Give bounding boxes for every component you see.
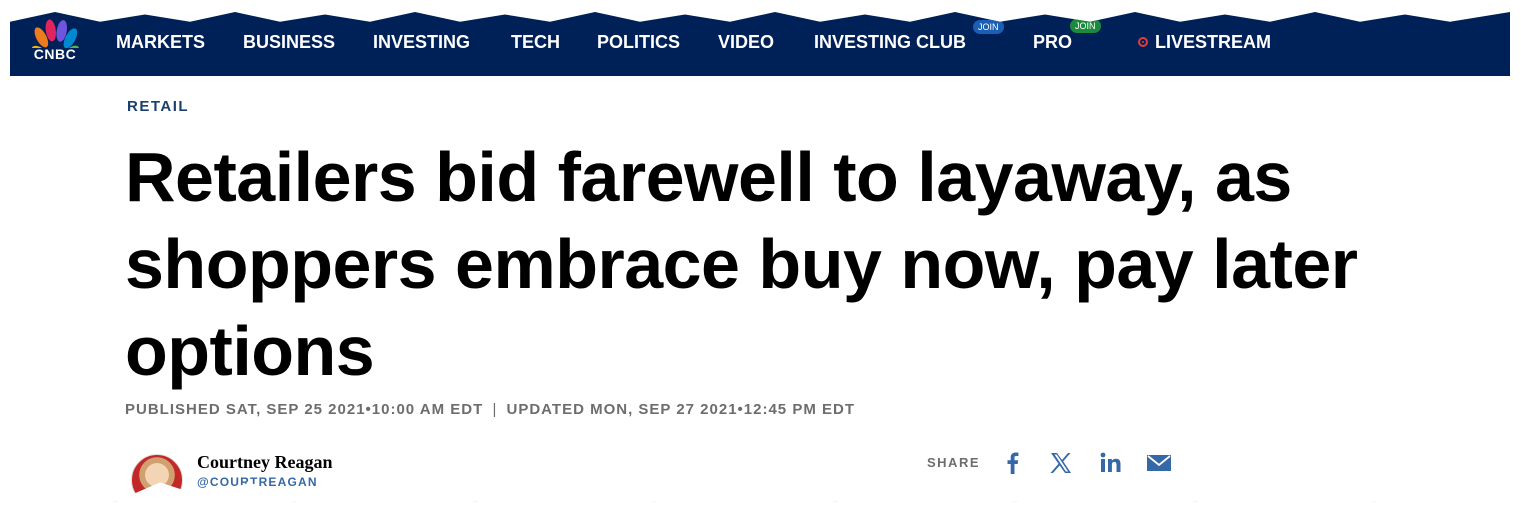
- nav-politics[interactable]: POLITICS: [597, 32, 680, 53]
- article-headline: Retailers bid farewell to layaway, as sh…: [125, 138, 1358, 390]
- live-indicator-icon: [1138, 37, 1148, 47]
- timestamp-separator: |: [492, 401, 498, 418]
- article-page: CNBC MARKETS BUSINESS INVESTING TECH POL…: [10, 12, 1510, 502]
- cnbc-logo[interactable]: CNBC: [24, 14, 86, 66]
- peacock-icon: [31, 19, 79, 61]
- author-avatar[interactable]: [131, 454, 183, 502]
- investing-club-join-badge[interactable]: JOIN: [973, 20, 1004, 34]
- nav-tech[interactable]: TECH: [511, 32, 560, 53]
- published-date: PUBLISHED SAT, SEP 25 2021•10:00 AM EDT: [125, 401, 484, 418]
- logo-wordmark: CNBC: [33, 46, 77, 62]
- nav-video[interactable]: VIDEO: [718, 32, 774, 53]
- nav-markets[interactable]: MARKETS: [116, 32, 205, 53]
- author-handle[interactable]: @COURTREAGAN: [197, 475, 318, 489]
- share-label: SHARE: [927, 455, 981, 470]
- updated-date: UPDATED MON, SEP 27 2021•12:45 PM EDT: [506, 401, 855, 418]
- linkedin-icon[interactable]: [1098, 450, 1124, 476]
- pro-join-badge[interactable]: JOIN: [1070, 19, 1101, 33]
- nav-pro[interactable]: PRO: [1033, 32, 1072, 53]
- nav-investing-club[interactable]: INVESTING CLUB: [814, 32, 966, 53]
- article-timestamps: PUBLISHED SAT, SEP 25 2021•10:00 AM EDT …: [125, 401, 855, 418]
- section-label[interactable]: RETAIL: [127, 98, 189, 115]
- nav-business[interactable]: BUSINESS: [243, 32, 335, 53]
- nav-investing[interactable]: INVESTING: [373, 32, 470, 53]
- facebook-icon[interactable]: [1000, 450, 1026, 476]
- x-icon[interactable]: [1048, 450, 1074, 476]
- nav-livestream[interactable]: LIVESTREAM: [1155, 32, 1271, 53]
- top-navigation-bar: CNBC MARKETS BUSINESS INVESTING TECH POL…: [10, 12, 1510, 76]
- author-name[interactable]: Courtney Reagan: [197, 452, 333, 473]
- email-icon[interactable]: [1146, 450, 1172, 476]
